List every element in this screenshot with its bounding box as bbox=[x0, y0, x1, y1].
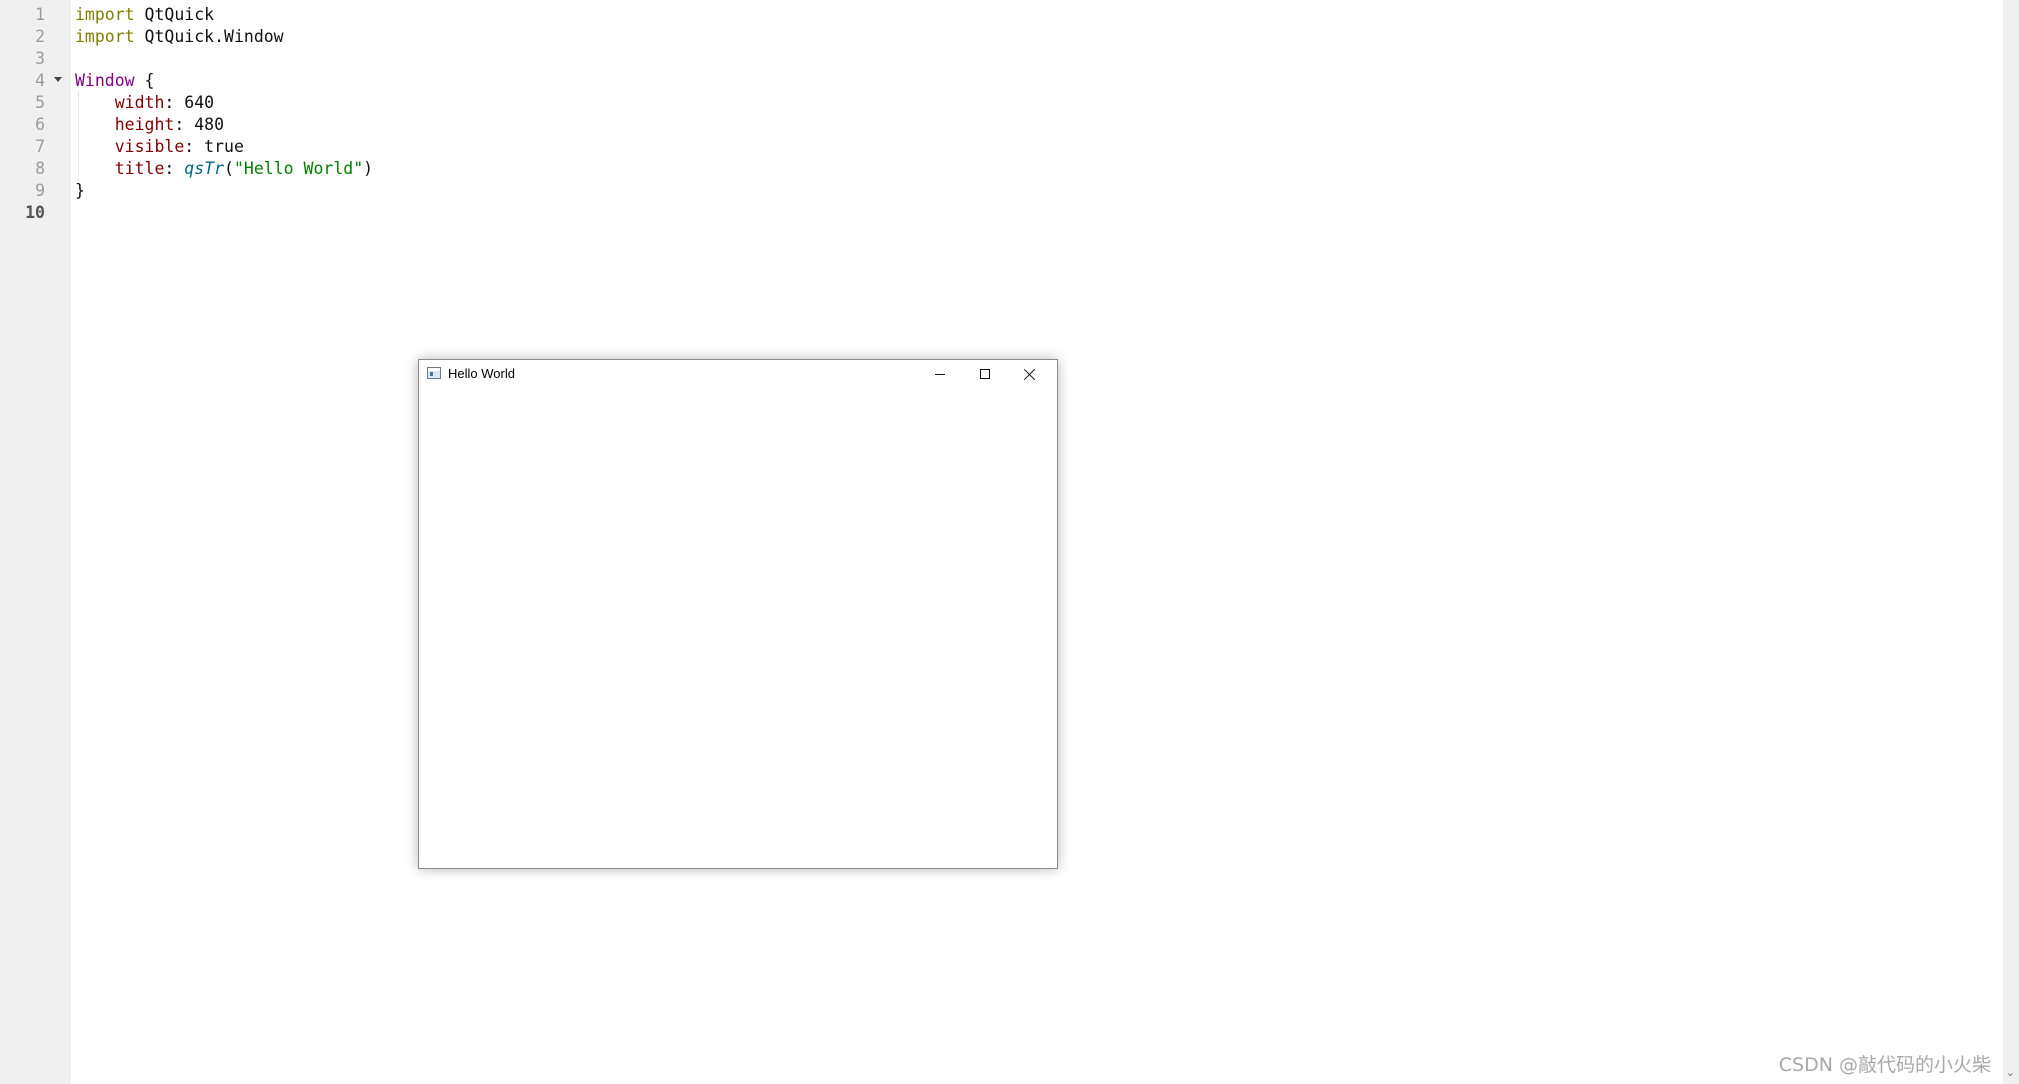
type-name: Window bbox=[75, 71, 135, 90]
close-button[interactable] bbox=[1007, 360, 1052, 389]
line-number: 4 bbox=[35, 71, 45, 90]
line-number: 8 bbox=[35, 159, 45, 178]
property-value: 640 bbox=[184, 93, 215, 112]
watermark: CSDN @敲代码的小火柴 bbox=[1778, 1054, 1991, 1076]
close-brace: } bbox=[75, 181, 85, 200]
code-line: title: qsTr("Hello World") bbox=[114, 159, 374, 178]
line-number: 5 bbox=[35, 93, 45, 112]
code-line: import QtQuick.Window bbox=[75, 26, 373, 48]
editor-gutter: 1 2 3 4 5 6 7 8 9 10 bbox=[0, 0, 71, 1084]
function-name: qsTr bbox=[184, 159, 225, 178]
line-numbers: 1 2 3 4 5 6 7 8 9 10 bbox=[0, 4, 45, 224]
window-title: Hello World bbox=[448, 366, 515, 381]
code-editor[interactable]: import QtQuick import QtQuick.Window Windo… bbox=[75, 4, 373, 224]
code-line: import QtQuick bbox=[75, 4, 373, 26]
fold-arrow-down-icon[interactable] bbox=[54, 77, 62, 82]
scroll-down-icon[interactable]: ⌄ bbox=[2006, 1067, 2015, 1078]
current-line-number: 10 bbox=[25, 203, 45, 222]
property-value: true bbox=[204, 137, 244, 156]
line-number: 1 bbox=[35, 5, 45, 24]
code-line: } bbox=[75, 180, 373, 202]
hello-world-window[interactable]: Hello World bbox=[418, 359, 1058, 869]
vertical-scrollbar[interactable]: ⌄ bbox=[2003, 0, 2019, 1084]
minimize-button[interactable] bbox=[917, 360, 962, 389]
import-keyword: import bbox=[75, 27, 135, 46]
window-titlebar[interactable]: Hello World bbox=[419, 360, 1057, 389]
import-keyword: import bbox=[75, 5, 135, 24]
minimize-icon bbox=[935, 374, 945, 375]
code-line: Window { bbox=[75, 70, 373, 92]
line-number: 9 bbox=[35, 181, 45, 200]
line-number: 2 bbox=[35, 27, 45, 46]
maximize-button[interactable] bbox=[962, 360, 1007, 389]
line-number: 6 bbox=[35, 115, 45, 134]
code-line: visible: true bbox=[114, 137, 244, 156]
line-number: 3 bbox=[35, 49, 45, 68]
line-number: 7 bbox=[35, 137, 45, 156]
module-name: QtQuick.Window bbox=[144, 27, 284, 46]
open-brace: { bbox=[144, 71, 155, 90]
property-name: title bbox=[114, 159, 165, 178]
maximize-icon bbox=[980, 369, 990, 379]
app-window-icon bbox=[427, 367, 441, 379]
property-name: width bbox=[114, 93, 165, 112]
property-name: visible bbox=[114, 137, 185, 156]
close-icon bbox=[1024, 368, 1036, 380]
string-literal: "Hello World" bbox=[233, 159, 364, 178]
code-line: width: 640 bbox=[114, 93, 215, 112]
module-name: QtQuick bbox=[144, 5, 215, 24]
window-client-area bbox=[419, 389, 1057, 868]
code-line: height: 480 bbox=[114, 115, 225, 134]
property-name: height bbox=[114, 115, 175, 134]
property-value: 480 bbox=[194, 115, 225, 134]
